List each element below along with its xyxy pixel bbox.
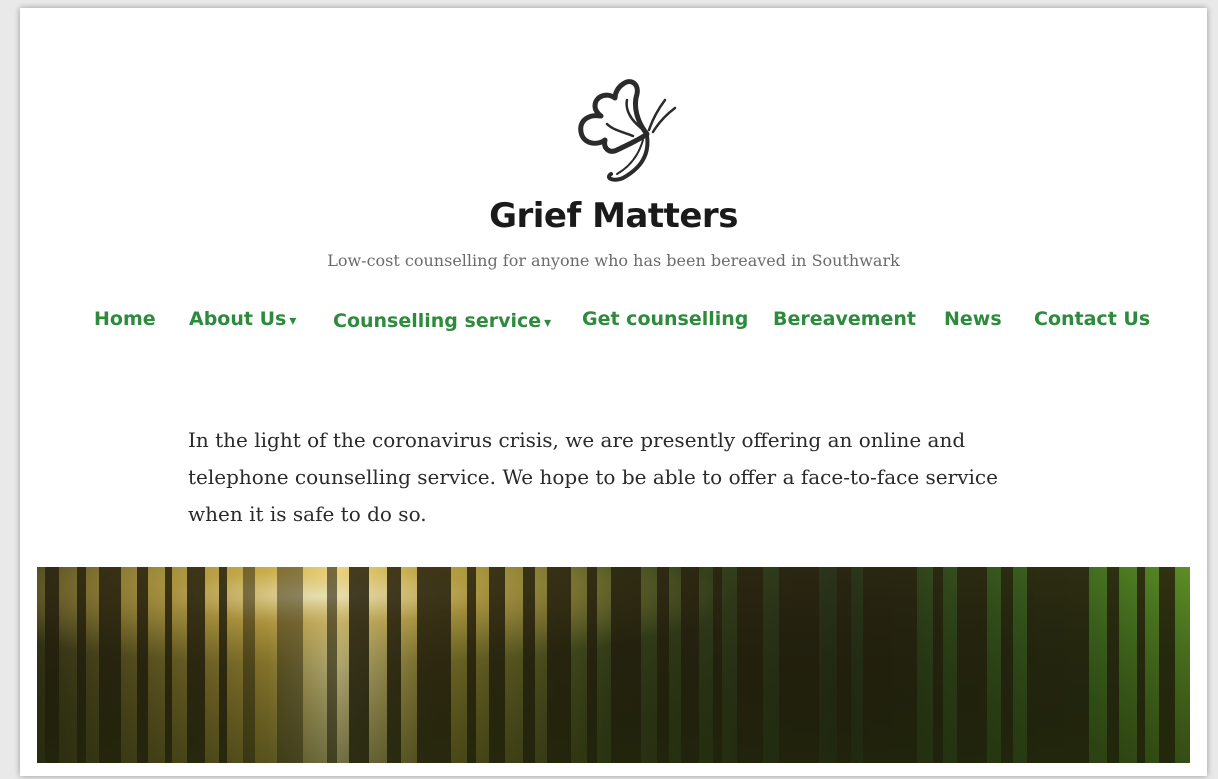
chevron-down-icon: ▾ — [544, 315, 552, 331]
nav-item-label: Bereavement — [773, 308, 917, 330]
main-nav: Home About Us ▾ Counselling service ▾ Get … — [20, 308, 1207, 340]
nav-item-get-counselling[interactable]: Get counselling — [582, 308, 748, 330]
forest-banner-image — [37, 567, 1190, 763]
butterfly-icon[interactable] — [553, 74, 683, 186]
nav-item-label: Home — [94, 308, 156, 330]
nav-item-bereavement[interactable]: Bereavement — [773, 308, 916, 330]
nav-item-label: About Us — [189, 308, 287, 330]
nav-item-label: Get counselling — [582, 308, 749, 330]
site-tagline: Low-cost counselling for anyone who has … — [327, 251, 900, 270]
nav-item-home[interactable]: Home — [94, 308, 156, 330]
nav-item-label: Contact Us — [1034, 308, 1151, 330]
site-title[interactable]: Grief Matters — [20, 196, 1207, 236]
nav-item-label: News — [944, 308, 1002, 330]
nav-item-contact-us[interactable]: Contact Us — [1034, 308, 1150, 330]
chevron-down-icon: ▾ — [289, 313, 297, 329]
nav-item-news[interactable]: News — [944, 308, 1002, 330]
nav-item-label: Counselling service — [333, 310, 542, 332]
page: Grief Matters Low-cost counselling for a… — [20, 8, 1207, 776]
nav-item-about-us[interactable]: About Us ▾ — [189, 308, 296, 330]
nav-item-counselling-service[interactable]: Counselling service ▾ — [333, 310, 551, 332]
intro-paragraph: In the light of the coronavirus crisis, … — [188, 428, 998, 526]
